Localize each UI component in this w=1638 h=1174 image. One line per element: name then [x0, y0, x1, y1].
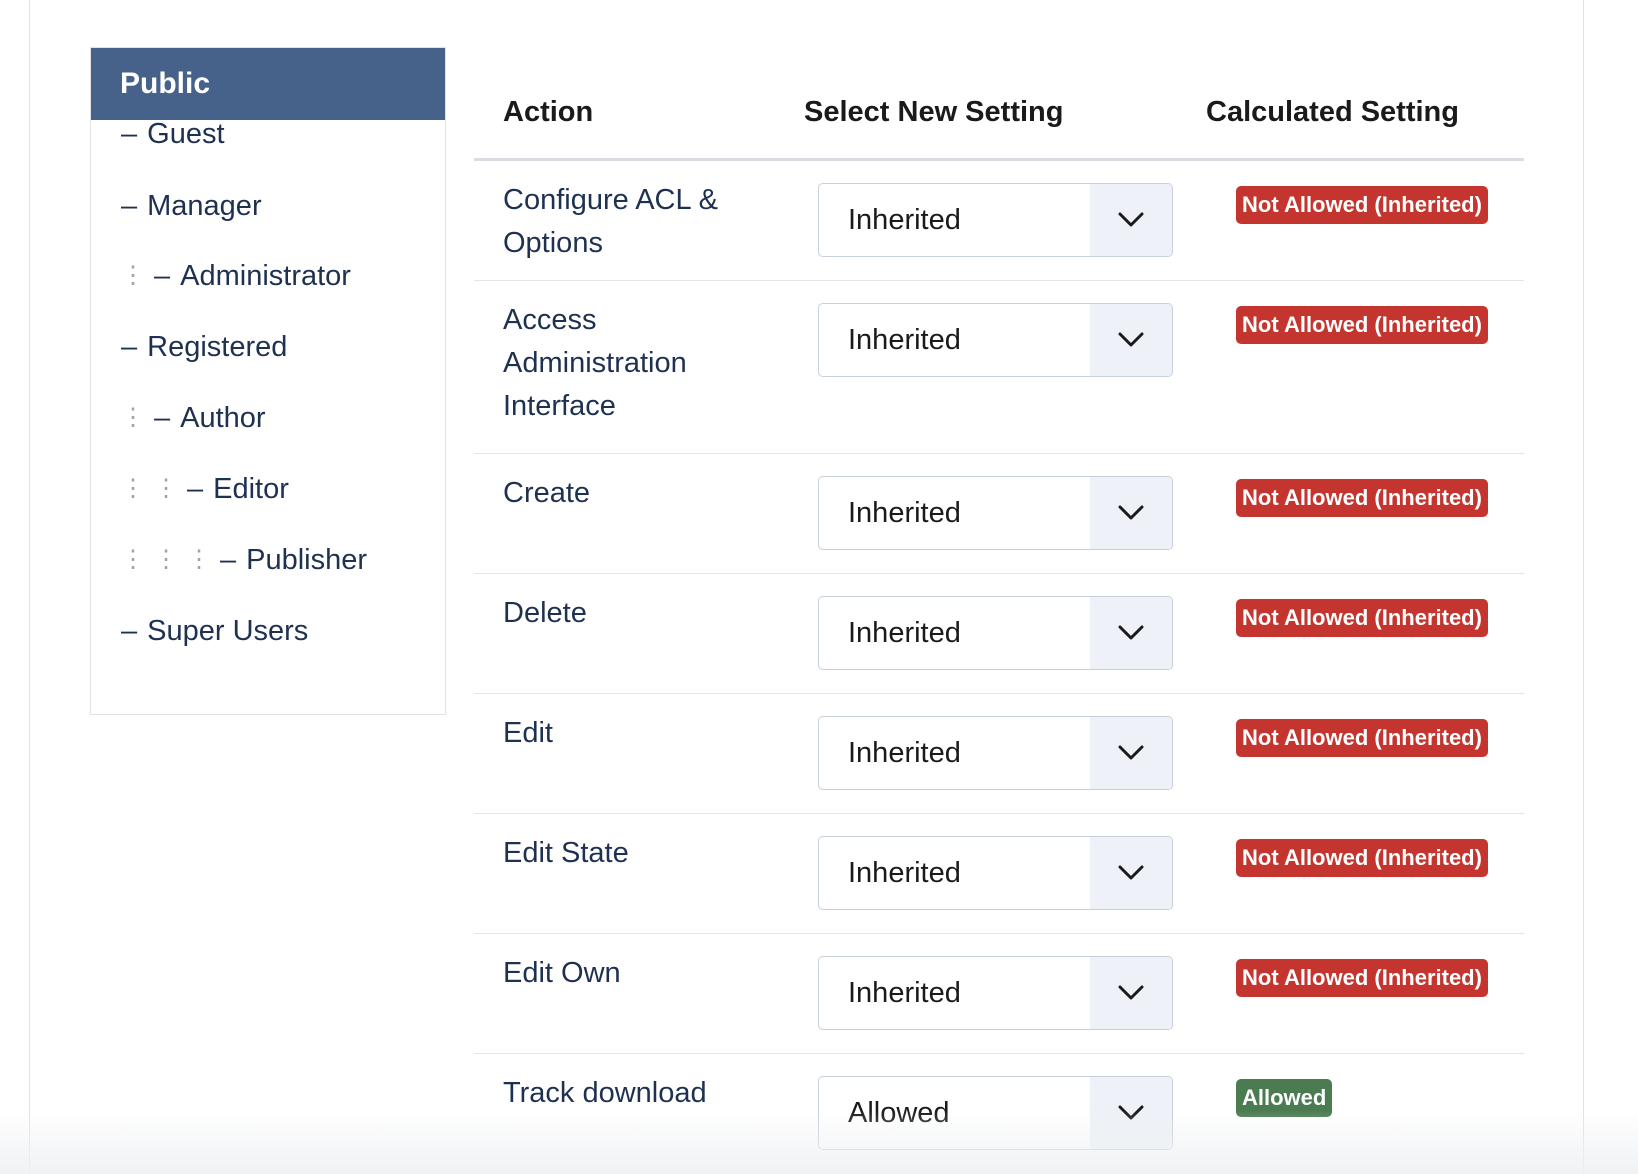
sidebar-item-label: Registered	[147, 330, 288, 363]
tree-dash-icon: –	[121, 614, 138, 647]
table-row: Access Administration Interface Inherited…	[474, 281, 1524, 454]
tree-guide-icon: ⋮	[154, 546, 178, 573]
sidebar-item-label: Super Users	[147, 614, 309, 647]
sidebar-item-label: Editor	[213, 472, 289, 505]
sidebar-item-group[interactable]: ⋮ – Administrator	[121, 256, 351, 296]
setting-select[interactable]: Inherited	[818, 836, 1173, 910]
sidebar-item-group[interactable]: – Guest	[121, 114, 225, 154]
calculated-setting-badge: Not Allowed (Inherited)	[1236, 306, 1488, 344]
tree-guide-icon: ⋮	[187, 546, 211, 573]
action-label: Create	[503, 477, 591, 509]
chevron-down-icon[interactable]	[1090, 304, 1172, 376]
action-label: Edit State	[503, 837, 629, 869]
page-frame-right	[1583, 0, 1584, 1174]
tree-dash-icon: –	[121, 117, 138, 150]
setting-select-value: Inherited	[848, 977, 961, 1009]
table-row: Track download Allowed Allowed	[474, 1054, 1524, 1174]
sidebar-header-label: Public	[120, 67, 211, 100]
setting-select[interactable]: Inherited	[818, 476, 1173, 550]
action-label: Delete	[503, 597, 587, 629]
sidebar-item-group[interactable]: – Super Users	[121, 611, 308, 651]
setting-select[interactable]: Inherited	[818, 183, 1173, 257]
tree-dash-icon: –	[220, 543, 237, 576]
sidebar-item-group[interactable]: ⋮ ⋮ – Editor	[121, 469, 289, 509]
setting-select-value: Inherited	[848, 617, 961, 649]
sidebar-item-label: Manager	[147, 189, 262, 222]
action-label: Track download	[503, 1077, 707, 1109]
sidebar-item-label: Publisher	[246, 543, 368, 576]
setting-select[interactable]: Allowed	[818, 1076, 1173, 1150]
tree-guide-icon: ⋮	[154, 475, 178, 502]
sidebar-item-label: Administrator	[180, 259, 351, 292]
setting-select-value: Inherited	[848, 737, 961, 769]
chevron-down-icon[interactable]	[1090, 1077, 1172, 1149]
chevron-down-icon[interactable]	[1090, 837, 1172, 909]
table-row: Edit Inherited Not Allowed (Inherited)	[474, 694, 1524, 814]
sidebar-item-label: Guest	[147, 117, 225, 150]
sidebar-item-group[interactable]: – Registered	[121, 327, 287, 367]
action-label: Access Administration Interface	[503, 304, 687, 422]
tree-dash-icon: –	[121, 189, 138, 222]
sidebar-item-group[interactable]: – Manager	[121, 186, 262, 226]
chevron-down-icon[interactable]	[1090, 597, 1172, 669]
table-row: Edit State Inherited Not Allowed (Inherite…	[474, 814, 1524, 934]
calculated-setting-badge: Not Allowed (Inherited)	[1236, 719, 1488, 757]
sidebar-item-label: Author	[180, 401, 266, 434]
tree-dash-icon: –	[121, 330, 138, 363]
setting-select[interactable]: Inherited	[818, 956, 1173, 1030]
tree-dash-icon: –	[154, 401, 171, 434]
sidebar-item-group[interactable]: ⋮ – Author	[121, 398, 266, 438]
setting-select-value: Inherited	[848, 497, 961, 529]
table-row: Configure ACL & Options Inherited Not Allo…	[474, 161, 1524, 281]
setting-select-value: Inherited	[848, 204, 961, 236]
tree-guide-icon: ⋮	[121, 262, 145, 289]
chevron-down-icon[interactable]	[1090, 184, 1172, 256]
setting-select[interactable]: Inherited	[818, 596, 1173, 670]
table-row: Delete Inherited Not Allowed (Inherited)	[474, 574, 1524, 694]
calculated-setting-badge: Not Allowed (Inherited)	[1236, 599, 1488, 637]
chevron-down-icon[interactable]	[1090, 477, 1172, 549]
calculated-setting-badge: Not Allowed (Inherited)	[1236, 959, 1488, 997]
chevron-down-icon[interactable]	[1090, 957, 1172, 1029]
user-group-sidebar: Public – Guest – Manager ⋮ – Administrator – Reg…	[90, 47, 446, 715]
column-header-action: Action	[503, 96, 594, 128]
setting-select-value: Allowed	[848, 1097, 950, 1129]
calculated-setting-badge: Allowed	[1236, 1079, 1333, 1117]
sidebar-item-group[interactable]: ⋮ ⋮ ⋮ – Publisher	[121, 540, 367, 580]
table-row: Edit Own Inherited Not Allowed (Inherited)	[474, 934, 1524, 1054]
tree-dash-icon: –	[187, 472, 204, 505]
tree-guide-icon: ⋮	[121, 404, 145, 431]
page-frame-left	[29, 0, 30, 1174]
sidebar-header-public[interactable]: Public	[91, 48, 445, 120]
calculated-setting-badge: Not Allowed (Inherited)	[1236, 186, 1488, 224]
tree-dash-icon: –	[154, 259, 171, 292]
column-header-calculated-setting: Calculated Setting	[1206, 96, 1459, 128]
action-label: Configure ACL & Options	[503, 184, 718, 259]
calculated-setting-badge: Not Allowed (Inherited)	[1236, 839, 1488, 877]
table-row: Create Inherited Not Allowed (Inherited)	[474, 454, 1524, 574]
setting-select-value: Inherited	[848, 324, 961, 356]
column-header-select-new-setting: Select New Setting	[804, 96, 1064, 128]
chevron-down-icon[interactable]	[1090, 717, 1172, 789]
calculated-setting-badge: Not Allowed (Inherited)	[1236, 479, 1488, 517]
setting-select[interactable]: Inherited	[818, 716, 1173, 790]
tree-guide-icon: ⋮	[121, 546, 145, 573]
setting-select-value: Inherited	[848, 857, 961, 889]
setting-select[interactable]: Inherited	[818, 303, 1173, 377]
action-label: Edit	[503, 717, 553, 749]
action-label: Edit Own	[503, 957, 621, 989]
tree-guide-icon: ⋮	[121, 475, 145, 502]
